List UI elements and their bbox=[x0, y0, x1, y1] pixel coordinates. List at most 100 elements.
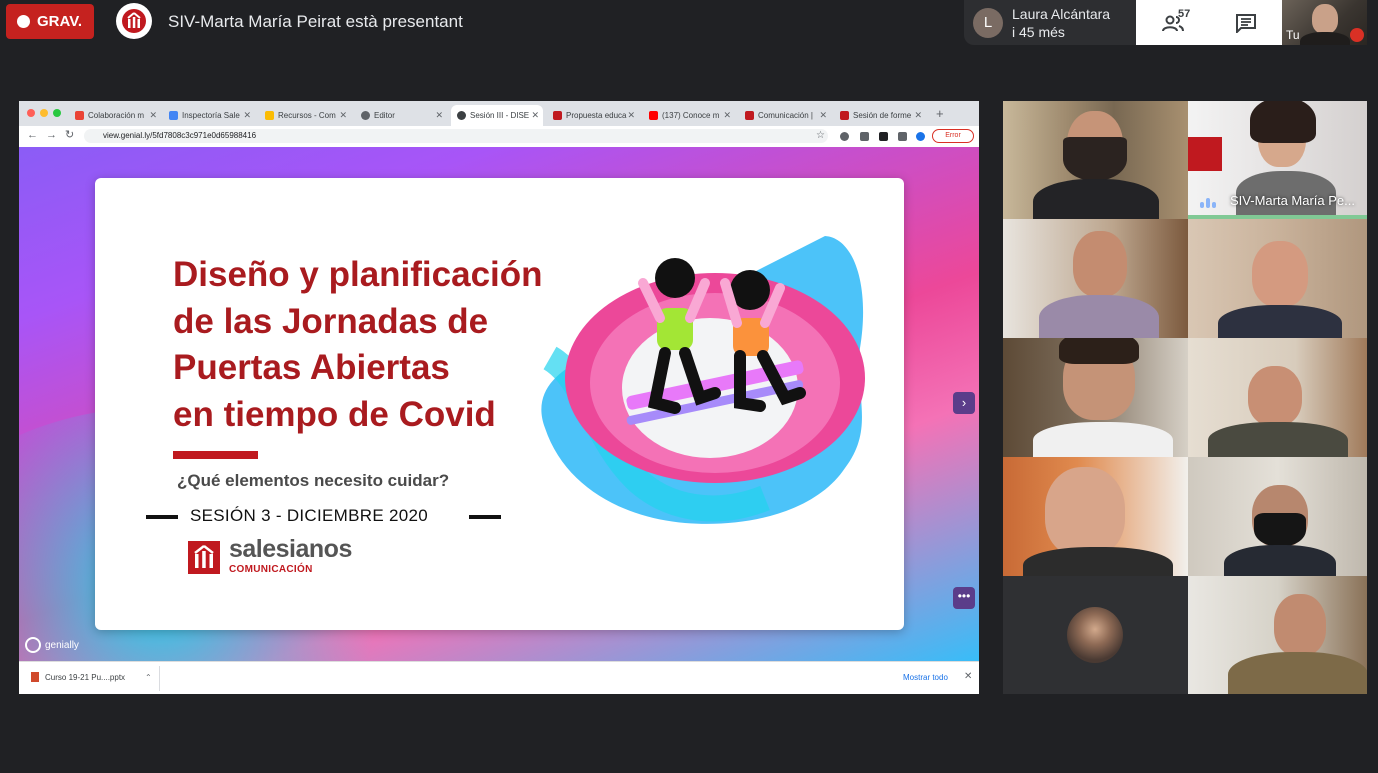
participant-body bbox=[1023, 547, 1173, 576]
participant-hair bbox=[1059, 338, 1139, 364]
genially-watermark[interactable]: genially bbox=[25, 637, 79, 653]
puzzle-icon[interactable] bbox=[898, 132, 907, 141]
tab-label: Colaboración m bbox=[88, 111, 145, 120]
extension-icon[interactable] bbox=[840, 132, 849, 141]
recording-badge[interactable]: GRAV. bbox=[6, 4, 94, 39]
download-filename: Curso 19-21 Pu....pptx bbox=[45, 672, 126, 682]
back-icon[interactable]: ← bbox=[27, 130, 38, 141]
participant-body bbox=[1039, 295, 1159, 338]
close-icon[interactable]: ✕ bbox=[339, 110, 347, 121]
presenter-avatar bbox=[116, 3, 152, 39]
participant-tile-presenter[interactable]: SIV-Marta María Pe... bbox=[1188, 101, 1367, 219]
pptx-file-icon bbox=[31, 672, 39, 682]
brand-name: salesianos bbox=[229, 535, 352, 563]
tab-label: Propuesta educa bbox=[566, 111, 627, 120]
new-tab-icon[interactable]: + bbox=[936, 107, 944, 120]
next-slide-button[interactable]: › bbox=[953, 392, 975, 414]
close-icon[interactable]: ✕ bbox=[531, 110, 539, 121]
forward-icon[interactable]: → bbox=[46, 130, 57, 141]
bookmark-star-icon[interactable]: ☆ bbox=[816, 130, 825, 141]
participant-tile-camera-off[interactable] bbox=[1003, 576, 1188, 694]
participant-body bbox=[1033, 422, 1173, 457]
browser-tab[interactable]: (137) Conoce m ✕ bbox=[643, 105, 735, 126]
salesianos-tab-icon bbox=[553, 111, 562, 120]
participant-tile[interactable] bbox=[1003, 101, 1188, 219]
salesianos-logo-icon bbox=[188, 541, 220, 574]
browser-tab[interactable]: Comunicación | ✕ bbox=[739, 105, 831, 126]
reload-icon[interactable]: ↻ bbox=[65, 130, 74, 141]
participant-tile[interactable] bbox=[1188, 457, 1367, 576]
close-icon[interactable]: ✕ bbox=[914, 110, 922, 121]
show-all-downloads-link[interactable]: Mostrar todo bbox=[903, 673, 948, 682]
participant-beard bbox=[1063, 137, 1127, 181]
participant-tile[interactable] bbox=[1003, 219, 1188, 338]
speaking-indicator-icon bbox=[1200, 198, 1216, 208]
close-icon[interactable]: ✕ bbox=[243, 110, 251, 121]
chevron-up-icon[interactable]: ⌃ bbox=[145, 673, 152, 682]
tab-label: (137) Conoce m bbox=[662, 111, 720, 120]
salesianos-logo-icon bbox=[122, 9, 146, 33]
join-notification[interactable]: L Laura Alcántara i 45 més bbox=[964, 0, 1136, 45]
tab-label: Editor bbox=[374, 111, 395, 120]
url-text: view.genial.ly/5fd7808c3c971e0d65988416 bbox=[103, 131, 257, 140]
participant-tile[interactable] bbox=[1003, 457, 1188, 576]
participant-face bbox=[1252, 241, 1308, 307]
meeting-controls: 57 bbox=[1136, 0, 1282, 45]
close-icon[interactable]: ✕ bbox=[819, 110, 827, 121]
tab-label: Recursos - Com bbox=[278, 111, 336, 120]
profile-icon[interactable] bbox=[916, 132, 925, 141]
browser-tab[interactable]: Sesión de forme ✕ bbox=[834, 105, 926, 126]
session-line-right bbox=[469, 515, 501, 519]
more-options-button[interactable]: ••• bbox=[953, 587, 975, 609]
avatar: L bbox=[973, 7, 1003, 38]
close-icon[interactable]: ✕ bbox=[964, 671, 972, 682]
browser-tab[interactable]: Editor ✕ bbox=[355, 105, 447, 126]
browser-tab[interactable]: Colaboración m ✕ bbox=[69, 105, 161, 126]
browser-tab-active[interactable]: Sesión III - DISE ✕ bbox=[451, 105, 543, 126]
participant-tile[interactable] bbox=[1188, 219, 1367, 338]
participant-body bbox=[1208, 422, 1348, 457]
participant-tile[interactable] bbox=[1188, 338, 1367, 457]
self-view-tile[interactable]: Tu bbox=[1282, 0, 1367, 45]
chat-icon bbox=[1235, 13, 1256, 33]
participant-body bbox=[1218, 305, 1342, 338]
salesianos-tab-icon bbox=[745, 111, 754, 120]
address-bar[interactable]: view.genial.ly/5fd7808c3c971e0d65988416 bbox=[84, 129, 828, 143]
presenter-status: SIV-Marta María Peirat està presentant bbox=[168, 12, 463, 31]
extension-icon[interactable] bbox=[860, 132, 869, 141]
participant-hair bbox=[1250, 101, 1316, 143]
people-button[interactable]: 57 bbox=[1136, 0, 1209, 45]
participant-face bbox=[1248, 366, 1302, 426]
record-dot-icon bbox=[17, 15, 30, 28]
chat-button[interactable] bbox=[1209, 0, 1282, 45]
browser-tab[interactable]: Inspectoría Sale ✕ bbox=[163, 105, 255, 126]
session-text: SESIÓN 3 - DICIEMBRE 2020 bbox=[190, 506, 429, 525]
participant-face bbox=[1073, 231, 1127, 297]
close-icon[interactable]: ✕ bbox=[723, 110, 731, 121]
minimize-window-icon[interactable] bbox=[40, 109, 48, 117]
tab-label: Comunicación | bbox=[758, 111, 813, 120]
people-count: 57 bbox=[1178, 8, 1191, 20]
recording-label: GRAV. bbox=[37, 13, 83, 30]
participant-tile[interactable] bbox=[1188, 576, 1367, 694]
youtube-icon bbox=[649, 111, 658, 120]
notification-line1: Laura Alcántara bbox=[1012, 5, 1111, 22]
close-window-icon[interactable] bbox=[27, 109, 35, 117]
download-item[interactable]: Curso 19-21 Pu....pptx ⌃ bbox=[31, 672, 152, 682]
participant-face bbox=[1274, 594, 1326, 656]
extension-icon[interactable] bbox=[879, 132, 888, 141]
close-icon[interactable]: ✕ bbox=[435, 110, 443, 121]
genially-label: genially bbox=[45, 639, 79, 651]
close-icon[interactable]: ✕ bbox=[627, 110, 635, 121]
tab-label: Sesión III - DISE bbox=[470, 111, 530, 120]
browser-tab[interactable]: Recursos - Com ✕ bbox=[259, 105, 351, 126]
drive-icon bbox=[265, 111, 274, 120]
maximize-window-icon[interactable] bbox=[53, 109, 61, 117]
participant-tile[interactable] bbox=[1003, 338, 1188, 457]
close-icon[interactable]: ✕ bbox=[149, 110, 157, 121]
error-button[interactable]: Error bbox=[932, 129, 974, 143]
brand-subtitle: COMUNICACIÓN bbox=[229, 564, 313, 575]
self-face bbox=[1312, 4, 1338, 34]
slide-question: ¿Qué elementos necesito cuidar? bbox=[177, 471, 450, 490]
browser-tab[interactable]: Propuesta educa ✕ bbox=[547, 105, 639, 126]
